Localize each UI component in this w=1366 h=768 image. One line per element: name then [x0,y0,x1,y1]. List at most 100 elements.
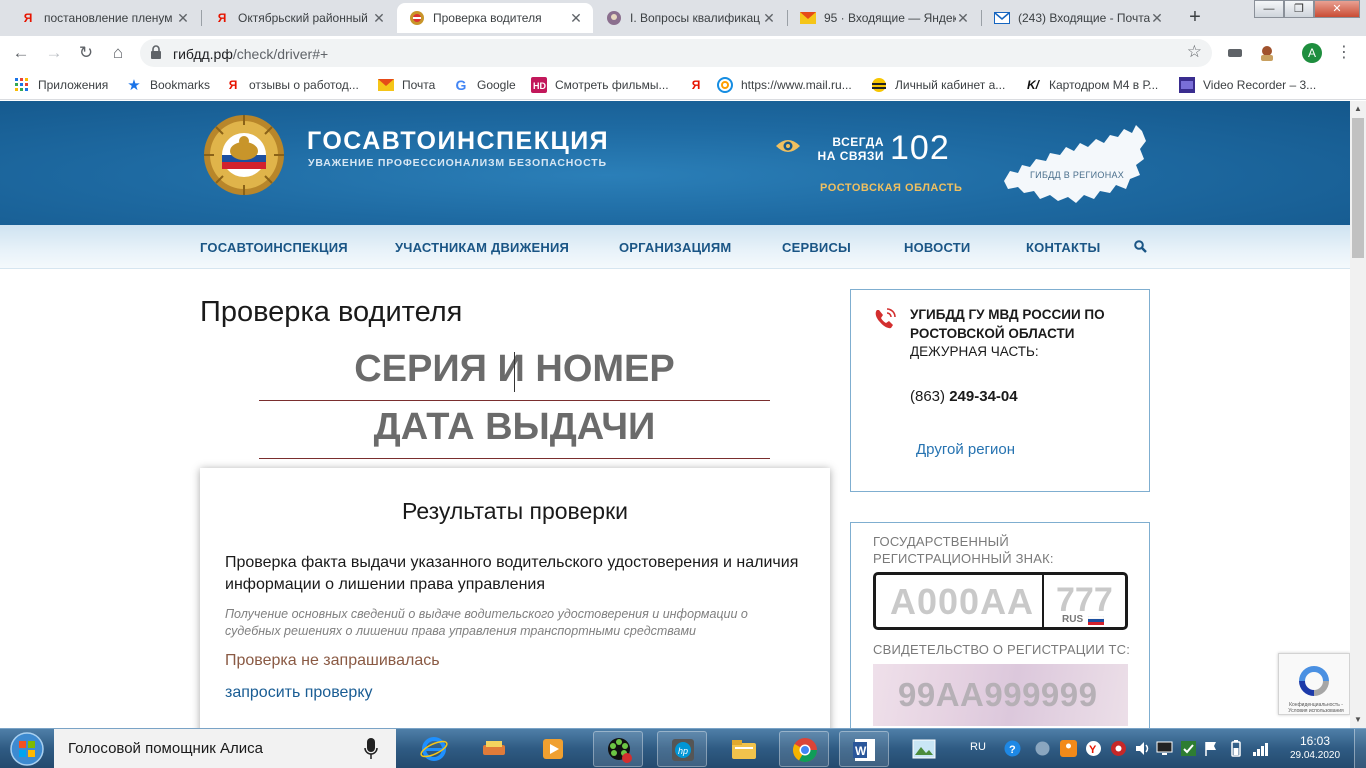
bookmark-star-icon[interactable]: ☆ [1187,42,1202,62]
close-icon[interactable]: ✕ [569,10,583,27]
back-icon[interactable]: ← [9,41,33,65]
url-text[interactable]: гибдд.рф/check/driver#+ [173,46,328,62]
bookmark-label: Почта [402,78,436,92]
page-scrollbar[interactable]: ▲ ▼ [1350,101,1366,728]
issue-date-input[interactable]: ДАТА ВЫДАЧИ [259,406,770,449]
show-desktop-button[interactable] [1354,729,1366,768]
microphone-icon[interactable] [364,738,378,760]
brand-title[interactable]: ГОСАВТОИНСПЕКЦИЯ [307,127,609,156]
cast-extension-icon[interactable] [1226,44,1244,62]
reload-icon[interactable]: ↻ [74,41,98,65]
close-icon[interactable]: ✕ [176,10,190,27]
cert-label: СВИДЕТЕЛЬСТВО О РЕГИСТРАЦИИ ТС: [873,642,1131,657]
alice-text: Голосовой помощник Алиса [68,740,263,757]
recaptcha-text[interactable]: Конфиденциальность - Условия использован… [1283,702,1349,714]
scroll-down-icon[interactable]: ▼ [1350,712,1366,728]
nav-servisy[interactable]: СЕРВИСЫ [782,240,851,255]
nav-kontakty[interactable]: КОНТАКТЫ [1026,240,1100,255]
bookmark-yandex[interactable]: Я [688,76,712,94]
svg-text:W: W [855,744,867,758]
start-button-icon[interactable] [5,731,49,767]
license-plate[interactable]: А000АА 777 RUS [873,572,1128,630]
tab-kvalifikatsiya[interactable]: I. Вопросы квалификац ✕ [594,3,786,33]
duty-phone[interactable]: (863) 249-34-04 [910,388,1018,405]
bookmark-beeline[interactable]: Личный кабинет а... [871,76,1005,94]
word-icon[interactable]: W [839,731,889,767]
address-bar[interactable]: гибдд.рф/check/driver#+ ☆ [140,39,1212,67]
file-explorer-icon[interactable] [719,731,769,767]
language-indicator[interactable]: RU [970,741,986,753]
scroll-thumb[interactable] [1352,118,1364,258]
tab-postanovlenie[interactable]: Я постановление пленум ✕ [8,3,200,33]
new-tab-button[interactable]: + [1183,6,1207,30]
chrome-icon[interactable] [779,731,829,767]
skype-icon[interactable] [1034,740,1051,757]
action-center-flag-icon[interactable] [1203,740,1220,757]
window-close-button[interactable]: ✕ [1314,0,1360,18]
bookmark-bookmarks[interactable]: ★ Bookmarks [126,76,210,94]
hotline-number[interactable]: 102 [890,129,950,168]
bookmark-apps[interactable]: Приложения [14,76,108,94]
profile-extension-icon[interactable] [1258,44,1276,62]
home-icon[interactable]: ⌂ [106,41,130,65]
forward-icon[interactable]: → [42,41,66,65]
close-icon[interactable]: ✕ [956,10,970,27]
lock-icon[interactable] [150,45,162,59]
avatar[interactable]: A [1302,43,1322,63]
close-icon[interactable]: ✕ [1150,10,1164,27]
tab-oktyabrsky[interactable]: Я Октябрьский районный ✕ [202,3,396,33]
search-icon[interactable] [1134,240,1147,253]
bookmark-label: Личный кабинет а... [895,78,1006,92]
other-region-link[interactable]: Другой регион [916,441,1015,458]
hp-icon[interactable]: hp [657,731,707,767]
mailru-icon [717,77,733,93]
bookmark-mailru[interactable]: https://www.mail.ru... [717,76,852,94]
nav-uchastnikam[interactable]: УЧАСТНИКАМ ДВИЖЕНИЯ [395,240,569,255]
bookmark-label: Google [477,78,516,92]
battery-icon[interactable] [1227,740,1244,757]
recaptcha-badge[interactable]: Конфиденциальность - Условия использован… [1278,653,1350,715]
alice-voice-assistant[interactable]: Голосовой помощник Алиса [54,729,396,768]
request-check-link[interactable]: запросить проверку [225,684,373,702]
antivirus-icon[interactable] [1110,740,1127,757]
disk-burner-icon[interactable] [469,731,519,767]
photo-viewer-icon[interactable] [899,731,949,767]
more-menu-icon[interactable]: ⋮ [1336,43,1352,63]
registration-certificate[interactable]: 99АА999999 [873,664,1128,726]
court-icon [606,10,622,26]
help-icon[interactable]: ? [1004,740,1021,757]
nav-gosavtoinspektsiya[interactable]: ГОСАВТОИНСПЕКЦИЯ [200,240,348,255]
nav-novosti[interactable]: НОВОСТИ [904,240,970,255]
bookmark-otzyvy[interactable]: Я отзывы о работод... [225,76,359,94]
odnoklassniki-icon[interactable] [1060,740,1077,757]
icq-icon[interactable] [593,731,643,767]
close-icon[interactable]: ✕ [762,10,776,27]
speaker-icon[interactable] [1134,740,1151,757]
tab-pochta[interactable]: (243) Входящие - Почта ✕ [982,3,1174,33]
russia-map-icon[interactable] [1000,121,1150,209]
maximize-button[interactable]: ❐ [1284,0,1314,18]
tab-title: 95 · Входящие — Яндек [824,11,956,25]
bookmark-pochta[interactable]: Почта [378,76,435,94]
bookmark-google[interactable]: G Google [453,76,516,94]
nav-organizatsiyam[interactable]: ОРГАНИЗАЦИЯМ [619,240,731,255]
tab-driver-check[interactable]: Проверка водителя ✕ [397,3,593,33]
close-icon[interactable]: ✕ [372,10,386,27]
network-signal-icon[interactable] [1252,740,1269,757]
yandex-browser-icon[interactable]: Y [1085,740,1102,757]
scroll-up-icon[interactable]: ▲ [1350,101,1366,117]
media-player-icon[interactable] [529,731,579,767]
security-check-icon[interactable] [1180,740,1197,757]
system-clock[interactable]: 16:03 29.04.2020 [1282,734,1348,761]
bookmark-filmy[interactable]: HD Смотреть фильмы... [531,76,669,94]
gibdd-emblem-icon[interactable] [200,111,288,197]
display-icon[interactable] [1156,740,1173,757]
map-label[interactable]: ГИБДД В РЕГИОНАХ [1030,170,1124,180]
internet-explorer-icon[interactable] [409,731,459,767]
tab-title: Октябрьский районный [238,11,368,25]
tab-yandex-mail[interactable]: 95 · Входящие — Яндек ✕ [788,3,980,33]
bookmark-kartodrom[interactable]: K/ Картодром М4 в Р... [1025,76,1158,94]
region-selector[interactable]: РОСТОВСКАЯ ОБЛАСТЬ [820,182,962,194]
minimize-button[interactable]: — [1254,0,1284,18]
bookmark-video-recorder[interactable]: Video Recorder – 3... [1179,76,1316,94]
